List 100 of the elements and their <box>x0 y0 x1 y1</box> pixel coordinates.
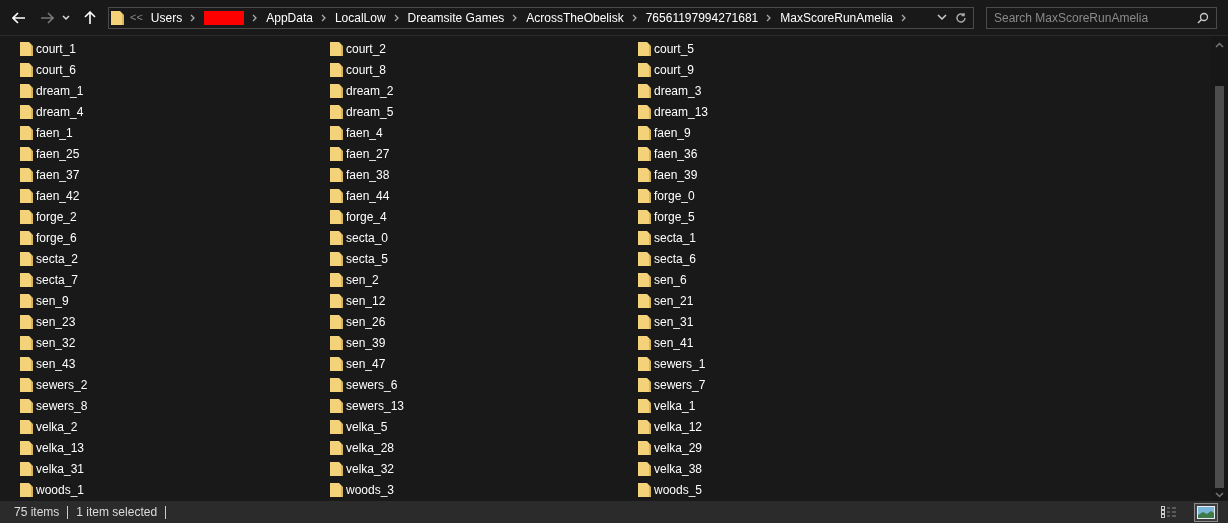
scrollbar-thumb[interactable] <box>1215 86 1224 488</box>
breadcrumb-item[interactable]: AcrossTheObelisk <box>526 8 624 27</box>
folder-name[interactable]: sen_26 <box>346 312 386 331</box>
chevron-down-icon[interactable] <box>937 14 947 21</box>
folder-name[interactable]: secta_2 <box>36 249 79 268</box>
breadcrumb-item[interactable]: Dreamsite Games <box>407 8 505 27</box>
folder-name[interactable]: court_6 <box>36 60 77 79</box>
search-field[interactable]: Search MaxScoreRunAmelia <box>986 6 1217 29</box>
overflow-chevrons[interactable]: << <box>130 9 143 26</box>
folder-name[interactable]: faen_27 <box>346 144 390 163</box>
folder-name[interactable]: secta_0 <box>346 228 389 247</box>
folder-name[interactable]: sen_23 <box>36 312 76 331</box>
folder-name[interactable]: dream_1 <box>36 81 84 100</box>
folder-icon <box>638 439 651 456</box>
folder-icon <box>330 82 343 99</box>
folder-name[interactable]: sewers_7 <box>654 375 706 394</box>
folder-name[interactable]: forge_2 <box>36 207 77 226</box>
folder-name[interactable]: sen_43 <box>36 354 76 373</box>
folder-name[interactable]: woods_5 <box>654 480 703 499</box>
folder-name[interactable]: velka_38 <box>654 459 703 478</box>
folder-icon <box>638 334 651 351</box>
folder-name[interactable]: forge_0 <box>654 186 695 205</box>
folder-icon <box>20 271 33 288</box>
folder-name[interactable]: sewers_13 <box>346 396 405 415</box>
folder-icon <box>20 292 33 309</box>
folder-name[interactable]: court_8 <box>346 60 387 79</box>
folder-name[interactable]: forge_4 <box>346 207 387 226</box>
folder-icon <box>330 313 343 330</box>
folder-name[interactable]: sewers_2 <box>36 375 88 394</box>
folder-name[interactable]: court_5 <box>654 39 695 58</box>
breadcrumb-item[interactable]: Users <box>150 8 183 27</box>
folder-icon <box>638 418 651 435</box>
folder-name[interactable]: sewers_1 <box>654 354 706 373</box>
folder-name[interactable]: velka_28 <box>346 438 395 457</box>
folder-name[interactable]: woods_3 <box>346 480 395 499</box>
folder-name[interactable]: forge_5 <box>654 207 695 226</box>
folder-name[interactable]: sen_9 <box>36 291 69 310</box>
breadcrumb-item[interactable]: MaxScoreRunAmelia <box>780 8 893 27</box>
folder-name[interactable]: velka_1 <box>654 396 696 415</box>
folder-name[interactable]: secta_5 <box>346 249 389 268</box>
folder-name[interactable]: sen_31 <box>654 312 694 331</box>
large-icons-view-button[interactable] <box>1194 502 1218 522</box>
folder-name[interactable]: sen_41 <box>654 333 694 352</box>
folder-name[interactable]: faen_44 <box>346 186 390 205</box>
folder-name[interactable]: court_2 <box>346 39 387 58</box>
folder-name[interactable]: velka_32 <box>346 459 395 478</box>
scroll-down-icon[interactable] <box>1215 492 1224 498</box>
folder-name[interactable]: dream_3 <box>654 81 702 100</box>
scroll-up-icon[interactable] <box>1215 42 1224 48</box>
breadcrumb-item[interactable]: 76561197994271681 <box>645 8 759 27</box>
folder-name[interactable]: sen_21 <box>654 291 694 310</box>
folder-name[interactable]: forge_6 <box>36 228 77 247</box>
folder-icon <box>20 145 33 162</box>
folder-name[interactable]: velka_29 <box>654 438 703 457</box>
folder-name[interactable]: faen_1 <box>36 123 73 142</box>
folder-name[interactable]: sen_39 <box>346 333 386 352</box>
folder-name[interactable]: faen_9 <box>654 123 691 142</box>
folder-name[interactable]: court_1 <box>36 39 77 58</box>
folder-name[interactable]: faen_4 <box>346 123 383 142</box>
folder-name[interactable]: sewers_8 <box>36 396 88 415</box>
folder-name[interactable]: dream_2 <box>346 81 394 100</box>
folder-name[interactable]: secta_7 <box>36 270 79 289</box>
back-icon[interactable] <box>12 11 26 24</box>
folder-icon <box>638 166 651 183</box>
refresh-icon[interactable] <box>955 11 967 24</box>
breadcrumb-item[interactable]: AppData <box>266 8 313 27</box>
folder-name[interactable]: velka_2 <box>36 417 78 436</box>
folder-name[interactable]: court_9 <box>654 60 695 79</box>
folder-name[interactable]: sen_12 <box>346 291 386 310</box>
folder-name[interactable]: faen_36 <box>654 144 698 163</box>
chevron-down-icon[interactable] <box>62 14 70 21</box>
folder-name[interactable]: sen_32 <box>36 333 76 352</box>
folder-icon <box>330 376 343 393</box>
folder-name[interactable]: dream_5 <box>346 102 394 121</box>
folder-name[interactable]: sen_47 <box>346 354 386 373</box>
up-arrow-icon[interactable] <box>84 10 96 25</box>
folder-name[interactable]: sen_6 <box>654 270 687 289</box>
folder-name[interactable]: sen_2 <box>346 270 379 289</box>
folder-name[interactable]: velka_13 <box>36 438 85 457</box>
folder-name[interactable]: dream_4 <box>36 102 84 121</box>
folder-name[interactable]: velka_5 <box>346 417 388 436</box>
folder-name[interactable]: velka_12 <box>654 417 703 436</box>
folder-name[interactable]: faen_37 <box>36 165 80 184</box>
address-bar[interactable]: << Users AppData LocalLow Dreamsite Games AcrossTheObelisk 76561197994271681 MaxScoreRunAmelia <box>108 6 974 29</box>
folder-name[interactable]: woods_1 <box>36 480 85 499</box>
folder-name[interactable]: velka_31 <box>36 459 85 478</box>
folder-icon <box>20 208 33 225</box>
folder-icon <box>638 292 651 309</box>
breadcrumb-item[interactable]: LocalLow <box>334 8 386 27</box>
chevron-right-icon <box>252 13 259 22</box>
folder-name[interactable]: dream_13 <box>654 102 709 121</box>
folder-name[interactable]: faen_25 <box>36 144 80 163</box>
folder-name[interactable]: faen_38 <box>346 165 390 184</box>
folder-name[interactable]: secta_1 <box>654 228 697 247</box>
folder-icon <box>330 229 343 246</box>
folder-name[interactable]: secta_6 <box>654 249 697 268</box>
folder-name[interactable]: faen_42 <box>36 186 80 205</box>
folder-name[interactable]: faen_39 <box>654 165 698 184</box>
folder-name[interactable]: sewers_6 <box>346 375 398 394</box>
forward-icon[interactable] <box>40 11 54 24</box>
